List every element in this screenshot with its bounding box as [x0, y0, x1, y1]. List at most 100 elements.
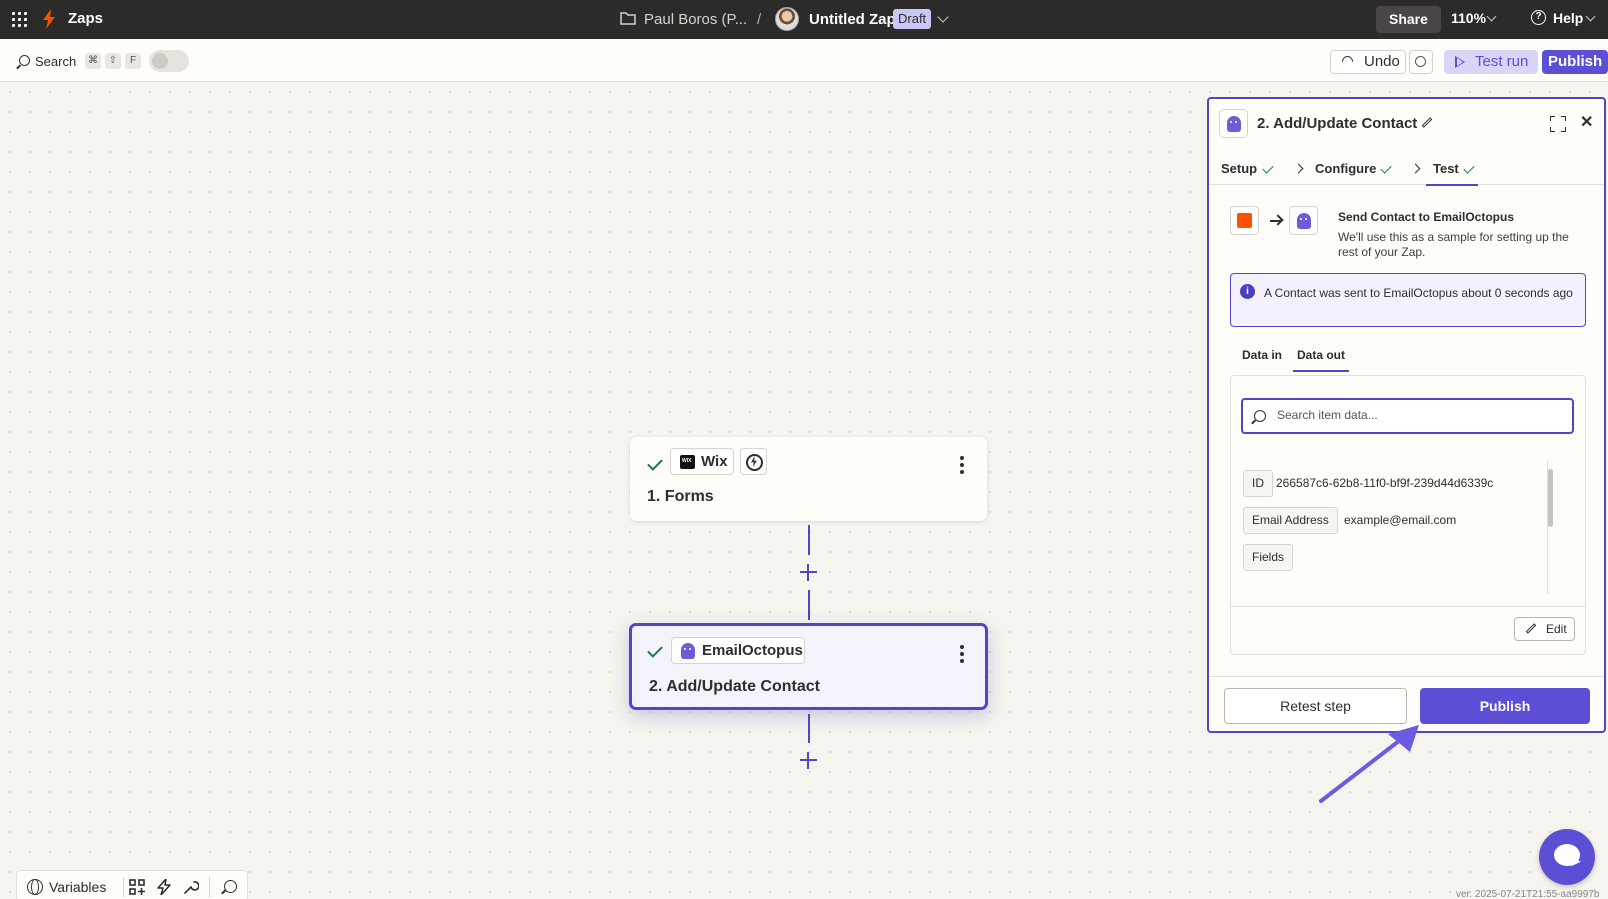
more-options-icon[interactable] — [960, 645, 964, 663]
help-icon[interactable]: ? — [1531, 10, 1546, 25]
step-title: Add/Update Contact — [666, 678, 820, 695]
tab-data-out[interactable]: Data out — [1297, 348, 1345, 362]
app-chip-emailoctopus: EmailOctopus — [671, 637, 805, 664]
add-step-plus-icon[interactable] — [800, 564, 817, 581]
panel-title: 2. Add/Update Contact — [1257, 115, 1418, 132]
retest-step-button[interactable]: Retest step — [1224, 688, 1407, 724]
wix-logo-icon — [680, 455, 695, 469]
toolbar-toggle[interactable] — [149, 50, 189, 72]
active-tab-indicator — [1293, 370, 1349, 372]
undo-button[interactable]: Undo — [1330, 50, 1406, 74]
step-number: 1. — [647, 488, 661, 505]
edit-label: Edit — [1546, 622, 1567, 636]
chevron-down-icon[interactable] — [937, 11, 949, 23]
add-step-plus-icon[interactable] — [800, 752, 817, 769]
help-chevron-down-icon[interactable] — [1585, 11, 1596, 22]
publish-button[interactable]: Publish — [1420, 688, 1590, 724]
shortcut-key: ⇧ — [105, 53, 121, 69]
field-key[interactable]: ID — [1243, 470, 1273, 497]
divider — [1209, 676, 1604, 677]
field-value: example@email.com — [1344, 513, 1457, 527]
undo-icon — [1339, 53, 1356, 70]
connector-line — [808, 525, 810, 555]
step-title: Forms — [664, 488, 714, 505]
connector-line — [808, 590, 810, 620]
rename-pencil-icon[interactable] — [1421, 117, 1433, 128]
test-run-button[interactable]: Test run — [1444, 50, 1538, 74]
tab-label: Setup — [1221, 161, 1258, 176]
version-text: ver. 2025-07-21T21:55-aa9997b — [1456, 889, 1600, 899]
trigger-icon — [740, 448, 767, 475]
test-run-label: Test run — [1475, 53, 1529, 70]
connector-line — [808, 714, 810, 743]
check-icon — [1262, 162, 1274, 174]
zap-name[interactable]: Untitled Zap — [809, 0, 896, 39]
shortcut-key: ⌘ — [85, 53, 101, 69]
field-key[interactable]: Email Address — [1243, 507, 1338, 534]
tab-label: Test — [1433, 161, 1459, 176]
field-key[interactable]: Fields — [1243, 544, 1294, 571]
breadcrumb-separator: / — [757, 11, 762, 28]
history-button[interactable] — [1409, 50, 1433, 74]
check-icon — [1380, 162, 1392, 174]
check-icon — [647, 642, 663, 658]
send-title: Send Contact to EmailOctopus — [1338, 210, 1515, 224]
search-icon[interactable] — [224, 880, 237, 893]
bolt-icon[interactable] — [156, 879, 172, 895]
help-button[interactable]: Help — [1553, 10, 1583, 26]
variables-button[interactable]: Variables — [49, 879, 106, 895]
tab-configure[interactable]: Configure — [1315, 161, 1376, 176]
field-value: 266587c6-62b8-11f0-bf9f-239d44d6339c — [1276, 476, 1494, 490]
chat-button[interactable] — [1539, 829, 1595, 885]
app-name: Wix — [701, 453, 728, 470]
divider — [1231, 606, 1585, 607]
edit-button[interactable]: Edit — [1514, 617, 1575, 641]
annotation-arrow-icon — [1319, 725, 1419, 803]
info-message: A Contact was sent to EmailOctopus about… — [1264, 286, 1573, 300]
breadcrumb-folder[interactable]: Paul Boros (P... — [644, 0, 747, 39]
share-button[interactable]: Share — [1376, 6, 1441, 33]
zoom-chevron-down-icon[interactable] — [1486, 11, 1497, 22]
undo-label: Undo — [1364, 53, 1400, 70]
step-node-2[interactable]: EmailOctopus 2. Add/Update Contact — [629, 623, 988, 710]
shortcut-key: F — [125, 53, 141, 69]
zoom-level[interactable]: 110% — [1451, 10, 1486, 26]
item-search-input[interactable] — [1277, 408, 1557, 422]
tab-test[interactable]: Test — [1433, 161, 1459, 176]
item-search-box[interactable] — [1241, 398, 1574, 434]
arrow-right-icon — [1270, 220, 1281, 222]
publish-button-top[interactable]: Publish — [1542, 50, 1608, 74]
wrench-icon[interactable] — [183, 879, 199, 895]
tab-data-in[interactable]: Data in — [1242, 348, 1282, 362]
search-icon — [1254, 410, 1266, 422]
tab-setup[interactable]: Setup — [1221, 161, 1257, 176]
play-icon — [1455, 56, 1465, 68]
search-icon — [19, 55, 30, 66]
avatar — [775, 7, 799, 31]
apps-grid-icon[interactable] — [12, 12, 27, 27]
divider — [123, 877, 124, 897]
emailoctopus-logo-icon — [1297, 213, 1311, 229]
send-description: We'll use this as a sample for setting u… — [1338, 230, 1569, 259]
globe-icon — [27, 879, 43, 895]
top-bar: Zaps Paul Boros (P... / Untitled Zap Dra… — [0, 0, 1608, 39]
more-options-icon[interactable] — [960, 456, 964, 474]
chevron-right-icon — [1293, 163, 1304, 174]
step-node-1[interactable]: Wix 1. Forms — [630, 437, 987, 521]
close-icon[interactable]: ✕ — [1580, 115, 1594, 131]
bottom-toolbar: Variables — [16, 870, 248, 899]
pencil-icon — [1525, 623, 1537, 634]
emailoctopus-logo-icon — [1227, 116, 1241, 132]
scrollbar-thumb[interactable] — [1548, 469, 1553, 527]
expand-icon[interactable] — [1550, 116, 1566, 132]
step-tabs: Setup Configure Test — [1209, 153, 1604, 185]
tab-label: Configure — [1315, 161, 1377, 176]
check-icon — [1463, 162, 1475, 174]
apps-grid-icon[interactable] — [129, 879, 145, 895]
app-chip-wix: Wix — [670, 448, 734, 475]
status-badge: Draft — [893, 9, 932, 29]
app-name: EmailOctopus — [702, 642, 803, 659]
app-title[interactable]: Zaps — [68, 10, 103, 27]
canvas-search-button[interactable]: Search — [35, 54, 76, 69]
chat-bubble-icon — [1554, 844, 1580, 866]
